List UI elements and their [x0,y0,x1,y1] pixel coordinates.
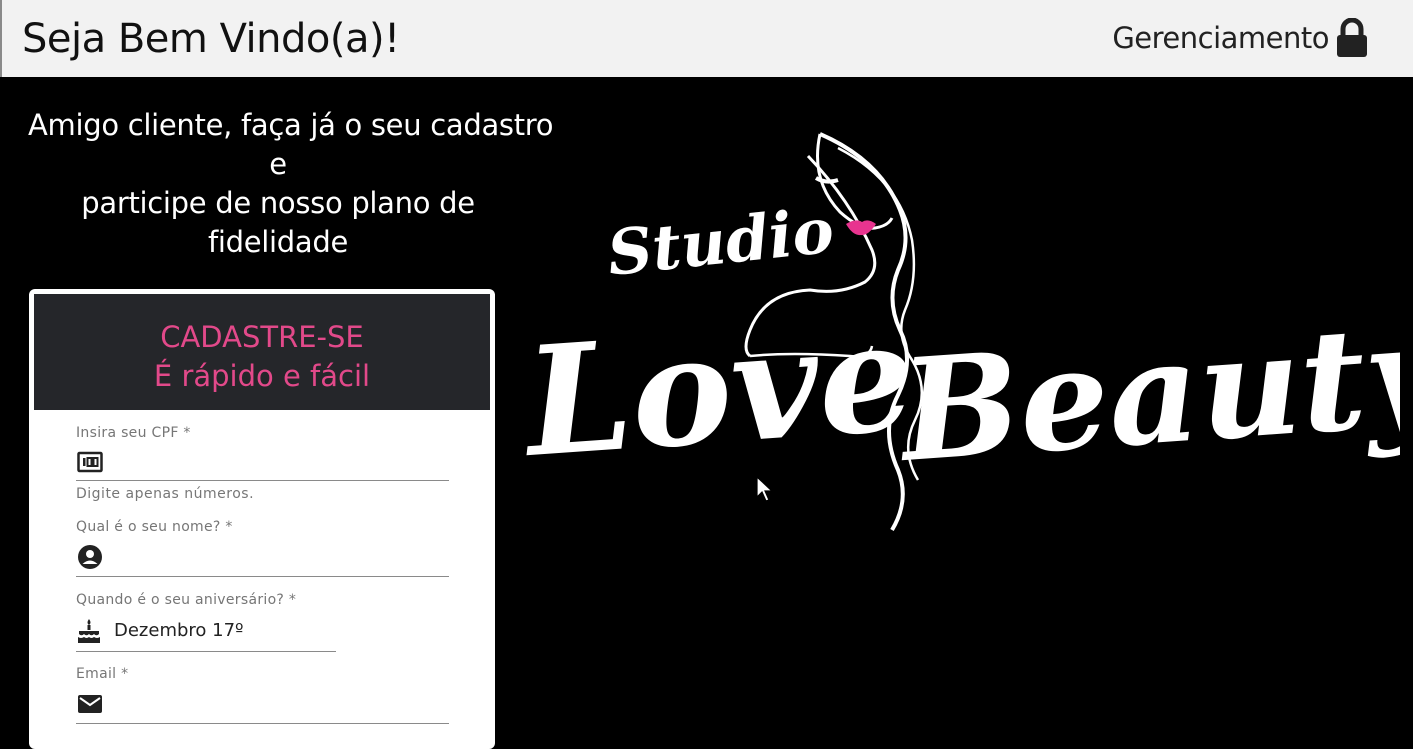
logo-word-beauty: Beauty [892,292,1400,495]
name-field-group: Qual é o seu nome? * [76,519,449,577]
id-card-icon [76,448,104,476]
signup-subtitle: É rápido e fácil [153,359,371,393]
name-input[interactable] [116,546,449,567]
signup-card: CADASTRE-SE É rápido e fácil Insira seu … [29,289,495,749]
management-label: Gerenciamento [1112,21,1329,55]
signup-title: CADASTRE-SE [160,320,364,354]
email-input[interactable] [116,693,449,714]
promo-line-4: fidelidade [207,225,349,259]
name-label: Qual é o seu nome? * [76,519,233,535]
welcome-title: Seja Bem Vindo(a)! [22,16,400,62]
promo-line-3: participe de nosso plano de [81,186,475,220]
lock-icon [1335,17,1369,58]
email-field-group: Email * [76,666,449,724]
birthday-row [76,610,339,652]
cpf-input[interactable] [116,451,449,472]
mouse-cursor-icon [756,475,776,504]
name-row [76,537,449,577]
cake-icon [76,617,102,645]
lips-shape [846,220,876,236]
logo-word-love: Love [520,288,920,491]
management-link[interactable]: Gerenciamento [1112,17,1369,58]
cpf-hint: Digite apenas números. [76,486,255,502]
promo-line-1: Amigo cliente, faça já o seu cadastro [28,108,554,142]
email-row [76,684,449,724]
promo-text: Amigo cliente, faça já o seu cadastro e … [28,106,554,262]
logo-word-studio: Studio [604,194,837,290]
promo-line-2: e [269,147,287,181]
cpf-field-group: Insira seu CPF * Digite apenas números. [76,425,449,502]
signup-card-header: CADASTRE-SE É rápido e fácil [34,294,490,410]
account-circle-icon [76,543,104,571]
top-header: Seja Bem Vindo(a)! Gerenciamento [0,0,1413,77]
birthday-input[interactable] [114,620,339,641]
birthday-field-group: Quando é o seu aniversário? * [76,592,339,652]
cpf-row [76,443,449,481]
studio-love-beauty-logo: Studio Love Beauty [516,120,1413,560]
birthday-label: Quando é o seu aniversário? * [76,592,297,608]
cpf-label: Insira seu CPF * [76,425,191,441]
email-label: Email * [76,666,129,682]
mail-icon [76,690,104,718]
